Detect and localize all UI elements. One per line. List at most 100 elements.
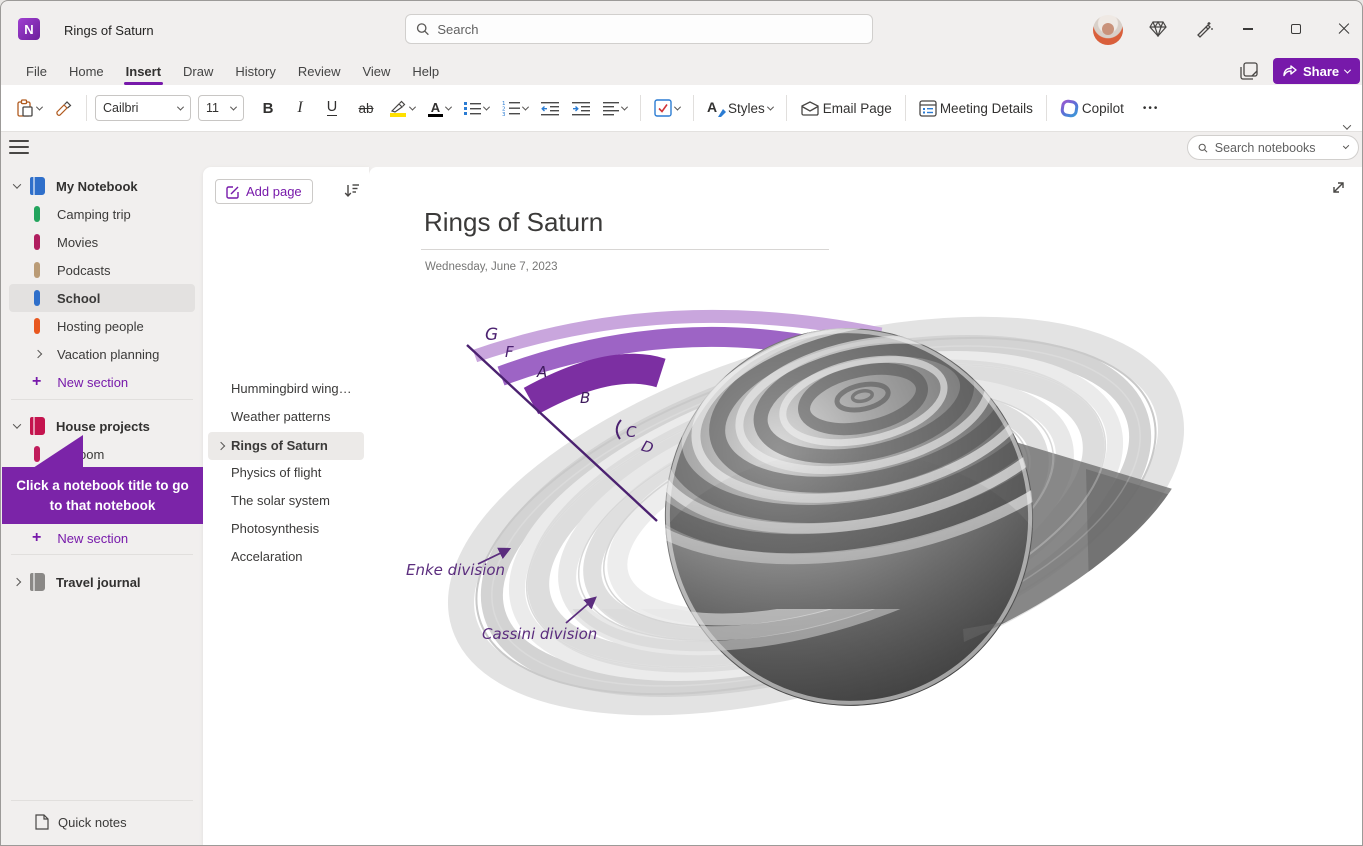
divider [11,399,193,400]
bullet-list-button[interactable] [459,92,494,124]
notebook-my-notebook[interactable]: My Notebook [1,172,203,200]
section-camping-trip[interactable]: Camping trip [1,200,203,228]
section-label: Hosting people [57,319,144,334]
page-item[interactable]: Photosynthesis [231,515,361,542]
section-group-vacation-planning[interactable]: Vacation planning [1,340,203,368]
page-title[interactable]: Rings of Saturn [424,207,603,238]
chevron-right-icon[interactable] [13,578,21,586]
expand-page-icon[interactable] [1330,179,1347,201]
page-item[interactable]: Physics of flight [231,459,361,486]
section-label: School [57,291,100,306]
ring-label-g: G [485,325,498,345]
font-name-value: Cailbri [103,101,138,115]
collapse-ribbon-chevron[interactable] [1344,117,1350,135]
font-name-select[interactable]: Cailbri [95,95,191,121]
add-page-button[interactable]: Add page [215,179,313,204]
section-hosting-people[interactable]: Hosting people [1,312,203,340]
saturn-illustration: G F A B C D Enke division Cassini divisi… [381,291,1221,731]
share-label: Share [1303,64,1339,79]
meeting-details-button[interactable]: Meeting Details [914,92,1038,124]
underline-button[interactable]: U [317,92,347,124]
font-color-button[interactable]: A [423,92,456,124]
compose-icon [226,185,240,199]
tab-file[interactable]: File [15,59,58,84]
chevron-down-icon[interactable] [13,420,21,428]
alignment-button[interactable] [598,92,632,124]
tab-draw[interactable]: Draw [172,59,224,84]
notebook-house-projects[interactable]: House projects [1,412,203,440]
quick-notes-button[interactable]: Quick notes [1,808,203,836]
font-size-value: 11 [206,101,219,115]
chevron-down-icon [1343,143,1350,150]
format-painter-button[interactable] [50,92,78,124]
page-item[interactable]: The solar system [231,487,361,514]
chevron-down-icon[interactable] [13,180,21,188]
increase-indent-button[interactable] [567,92,595,124]
page-date: Wednesday, June 7, 2023 [425,261,558,273]
chevron-right-icon[interactable] [34,350,42,358]
nav-hamburger-icon[interactable] [9,139,29,155]
notebook-name: My Notebook [56,179,138,194]
more-commands-button[interactable]: ••• [1138,92,1165,124]
notebook-icon [30,417,45,435]
feed-icon[interactable] [1239,61,1259,86]
email-page-button[interactable]: Email Page [795,92,897,124]
numbered-list-button[interactable]: 123 [497,92,533,124]
quick-notes-label: Quick notes [58,815,127,830]
notebook-icon [30,573,45,591]
search-input[interactable] [437,22,862,37]
search-notebooks-box[interactable] [1187,135,1359,160]
styles-label: Styles [728,101,765,116]
todo-tag-button[interactable] [649,92,685,124]
plus-icon: + [32,374,41,390]
tab-insert[interactable]: Insert [115,59,172,84]
page-item[interactable]: Weather patterns [231,403,361,430]
section-tab-icon [34,234,40,250]
tooltip-text: Click a notebook title to go to that not… [10,476,195,515]
sort-pages-icon[interactable] [343,181,361,204]
email-page-label: Email Page [823,101,892,116]
maximize-button[interactable] [1279,11,1313,47]
tab-review[interactable]: Review [287,59,352,84]
account-avatar[interactable] [1093,15,1123,45]
notebook-icon [30,177,45,195]
paste-button[interactable] [11,92,47,124]
whats-new-wand-icon[interactable] [1187,11,1221,47]
strikethrough-button[interactable]: ab [350,92,382,124]
ribbon-toolbar: Cailbri 11 B I U ab A [1,85,1363,132]
tab-home[interactable]: Home [58,59,115,84]
tab-help[interactable]: Help [401,59,450,84]
tab-view[interactable]: View [351,59,401,84]
page-item[interactable]: Accelaration [231,543,361,570]
italic-button[interactable]: I [286,92,314,124]
page-item-selected[interactable]: Rings of Saturn [231,432,361,459]
share-button[interactable]: Share [1273,58,1360,84]
search-notebooks-input[interactable] [1215,141,1337,155]
bold-button[interactable]: B [253,92,283,124]
new-section-button[interactable]: + New section [1,368,203,396]
notebook-travel-journal[interactable]: Travel journal [1,568,203,596]
decrease-indent-button[interactable] [536,92,564,124]
section-podcasts[interactable]: Podcasts [1,256,203,284]
section-partially-hidden[interactable]: oom [1,440,203,468]
new-section-button[interactable]: + New section [1,524,203,552]
close-button[interactable] [1327,11,1361,47]
section-school[interactable]: School [1,284,203,312]
menu-bar: File Home Insert Draw History Review Vie… [1,57,901,85]
title-divider [421,249,829,250]
premium-gem-icon[interactable] [1141,11,1175,47]
page-item[interactable]: Hummingbird wing… [231,375,361,402]
section-movies[interactable]: Movies [1,228,203,256]
ring-label-b: B [580,389,590,407]
coachmark-tooltip: Click a notebook title to go to that not… [2,467,203,524]
global-search-box[interactable] [405,14,873,44]
styles-button[interactable]: A Styles [702,92,778,124]
highlighter-button[interactable] [385,92,420,124]
font-size-select[interactable]: 11 [198,95,244,121]
copilot-label: Copilot [1082,101,1124,116]
minimize-button[interactable] [1231,11,1265,47]
window-title: Rings of Saturn [64,23,154,38]
onenote-app-icon: N [18,18,40,40]
copilot-button[interactable]: Copilot [1055,92,1129,124]
tab-history[interactable]: History [224,59,286,84]
